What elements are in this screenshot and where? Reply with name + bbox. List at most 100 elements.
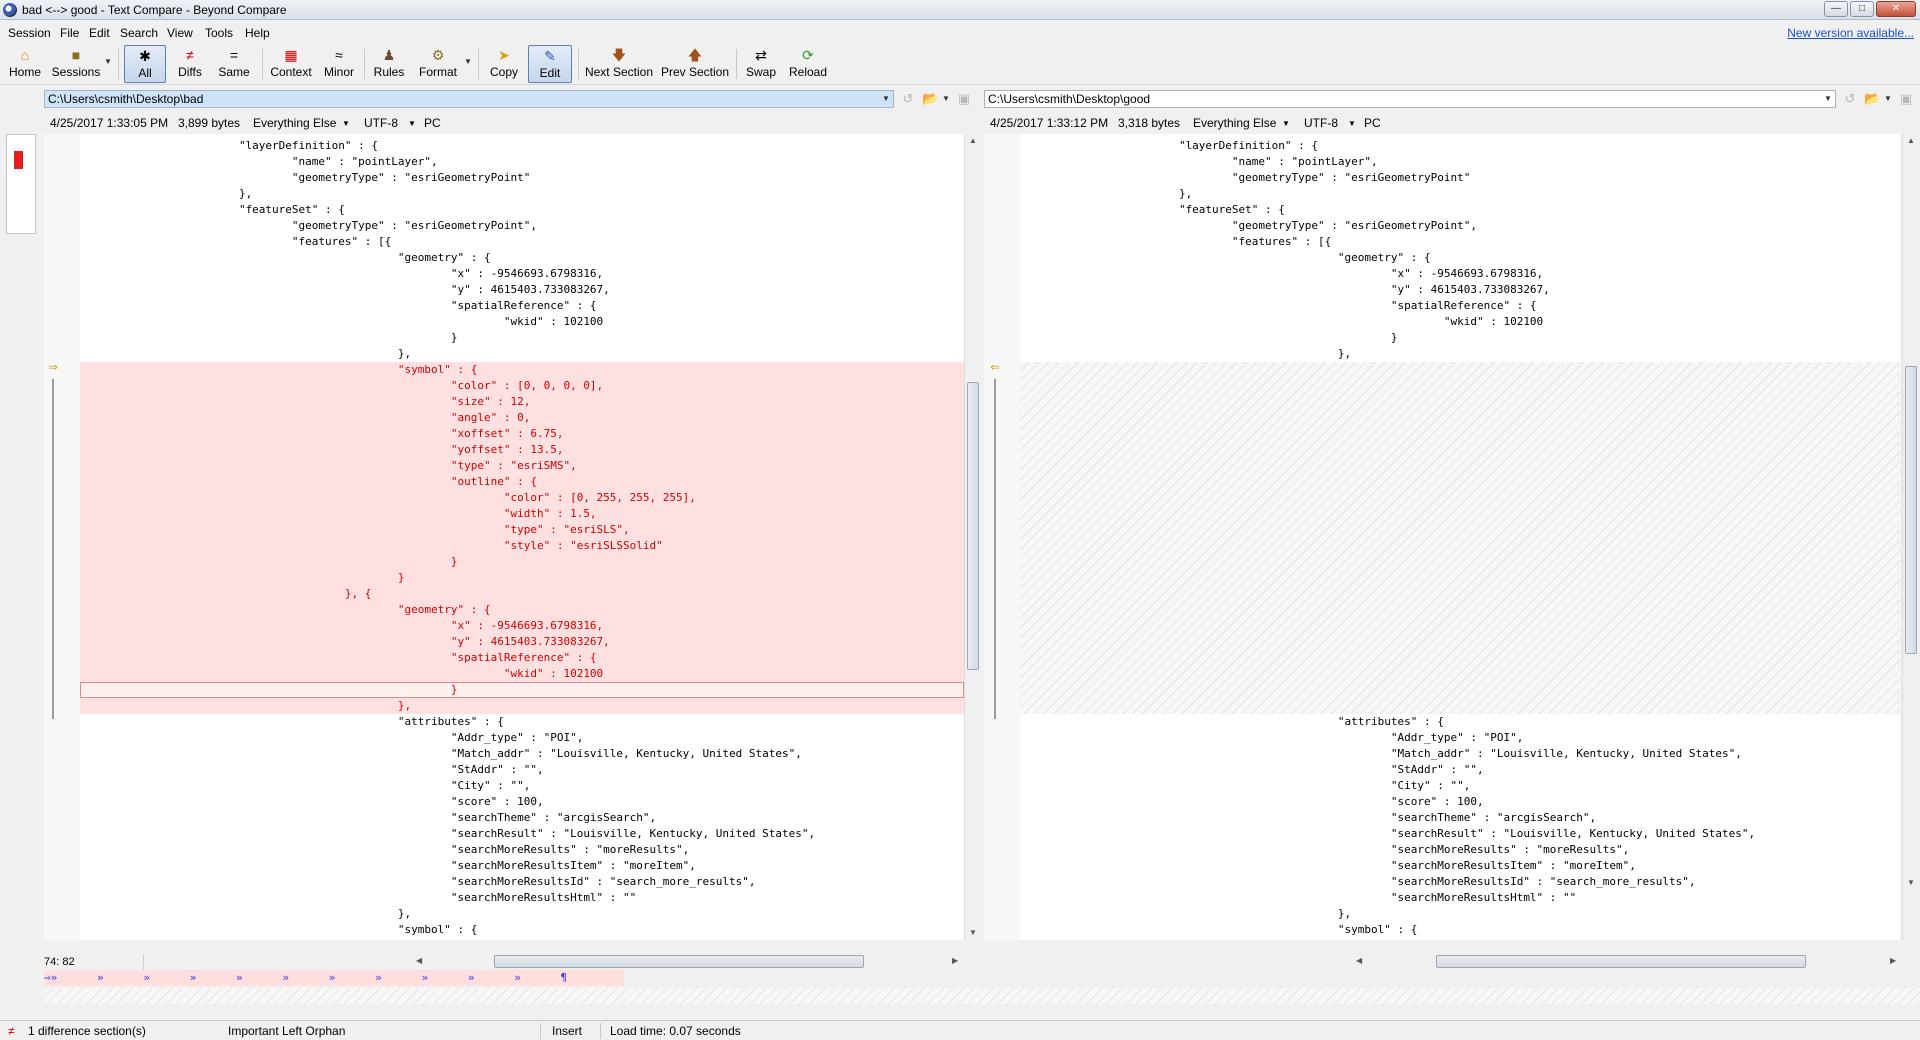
code-line[interactable]: "style" : "esriSLSSolid" [80, 538, 964, 554]
sessions-dropdown-arrow[interactable]: ▼ [104, 57, 112, 66]
code-line[interactable]: "attributes" : { [1020, 714, 1900, 730]
all-filter-button[interactable]: ✱ All [124, 45, 166, 83]
code-line[interactable]: "type" : "esriSMS", [80, 458, 964, 474]
right-open-folder-icon[interactable]: 📂 [1864, 91, 1880, 107]
code-line[interactable]: "layerDefinition" : { [1020, 138, 1900, 154]
left-format-select[interactable]: Everything Else [253, 116, 336, 130]
code-line[interactable]: "geometryType" : "esriGeometryPoint", [80, 218, 964, 234]
code-line[interactable]: "score" : 100, [1020, 794, 1900, 810]
right-scroll-right-arrow-icon[interactable]: ▶ [1890, 956, 1896, 965]
code-line[interactable]: "wkid" : 102100 [80, 314, 964, 330]
code-line[interactable]: "spatialReference" : { [80, 298, 964, 314]
left-diff-arrow-icon[interactable]: ⇒ [48, 360, 58, 374]
line-compare-left[interactable]: ⇒» » » » » » » » » » » ¶ [44, 970, 624, 986]
right-format-dropdown-arrow[interactable]: ▼ [1282, 119, 1290, 128]
code-line[interactable]: } [80, 570, 964, 586]
code-line[interactable]: "y" : 4615403.733083267, [80, 282, 964, 298]
right-scroll-up-arrow-icon[interactable]: ▲ [1907, 136, 1915, 145]
format-button[interactable]: ⚙ Format [414, 45, 462, 83]
code-line[interactable]: } [80, 554, 964, 570]
code-line[interactable]: "score" : 100, [80, 794, 964, 810]
code-line[interactable]: "size" : 12, [80, 394, 964, 410]
right-encoding-select[interactable]: UTF-8 [1304, 116, 1338, 130]
code-line[interactable]: "type" : "esriSLS", [80, 522, 964, 538]
code-line[interactable]: "y" : 4615403.733083267, [80, 634, 964, 650]
left-code[interactable]: "layerDefinition" : { "name" : "pointLay… [80, 138, 964, 940]
left-open-folder-icon[interactable]: 📂 [922, 91, 938, 107]
context-button[interactable]: ▦ Context [268, 45, 314, 83]
code-line[interactable]: } [80, 330, 964, 346]
code-line[interactable]: "searchMoreResultsId" : "search_more_res… [80, 874, 964, 890]
new-version-link[interactable]: New version available... [1787, 26, 1914, 40]
thumbnail-overview[interactable] [6, 134, 36, 234]
format-dropdown-arrow[interactable]: ▼ [464, 57, 472, 66]
code-line[interactable]: "geometry" : { [1020, 250, 1900, 266]
maximize-button[interactable]: □ [1850, 1, 1874, 17]
code-line[interactable]: }, [80, 186, 964, 202]
left-line-endings[interactable]: PC [424, 116, 441, 130]
code-line[interactable]: "symbol" : { [1020, 922, 1900, 938]
code-line[interactable]: "searchMoreResultsItem" : "moreItem", [80, 858, 964, 874]
swap-button[interactable]: ⇄ Swap [742, 45, 780, 83]
code-line[interactable]: "geometryType" : "esriGeometryPoint" [1020, 170, 1900, 186]
code-line[interactable]: "outline" : { [80, 474, 964, 490]
code-line[interactable]: "searchTheme" : "arcgisSearch", [1020, 810, 1900, 826]
code-line[interactable]: "Match_addr" : "Louisville, Kentucky, Un… [1020, 746, 1900, 762]
code-line[interactable]: "searchResult" : "Louisville, Kentucky, … [1020, 826, 1900, 842]
code-line[interactable]: "searchMoreResultsId" : "search_more_res… [1020, 874, 1900, 890]
code-line[interactable]: "spatialReference" : { [80, 650, 964, 666]
menu-help[interactable]: Help [245, 26, 270, 40]
prev-section-button[interactable]: 🡅 Prev Section [660, 45, 730, 83]
sessions-button[interactable]: ■ Sessions [50, 45, 102, 83]
left-scroll-right-arrow-icon[interactable]: ▶ [952, 956, 958, 965]
code-line[interactable]: "name" : "pointLayer", [80, 154, 964, 170]
right-path-dropdown-arrow[interactable]: ▼ [1824, 94, 1832, 103]
right-hscroll-thumb[interactable] [1436, 955, 1806, 968]
right-format-select[interactable]: Everything Else [1193, 116, 1276, 130]
code-line[interactable]: } [80, 682, 964, 698]
code-line[interactable]: "x" : -9546693.6798316, [80, 618, 964, 634]
code-line[interactable]: "geometryType" : "esriGeometryPoint" [80, 170, 964, 186]
code-line[interactable]: "geometry" : { [80, 250, 964, 266]
left-format-dropdown-arrow[interactable]: ▼ [342, 119, 350, 128]
line-compare-right[interactable] [44, 988, 1920, 1004]
right-encoding-dropdown-arrow[interactable]: ▼ [1348, 119, 1356, 128]
code-line[interactable]: "StAddr" : "", [1020, 762, 1900, 778]
code-line[interactable]: "searchMoreResultsHtml" : "" [1020, 890, 1900, 906]
right-text-pane[interactable]: "layerDefinition" : { "name" : "pointLay… [1020, 134, 1900, 940]
code-line[interactable]: "searchMoreResultsItem" : "moreItem", [1020, 858, 1900, 874]
code-line[interactable]: "layerDefinition" : { [80, 138, 964, 154]
code-line[interactable]: "color" : [0, 0, 0, 0], [80, 378, 964, 394]
code-line[interactable]: "yoffset" : 13.5, [80, 442, 964, 458]
code-line[interactable]: "searchMoreResults" : "moreResults", [1020, 842, 1900, 858]
code-line[interactable]: "angle" : 0, [1020, 938, 1900, 940]
code-line[interactable]: "geometry" : { [80, 602, 964, 618]
right-back-icon[interactable]: ↺ [1842, 91, 1858, 107]
code-line[interactable]: "features" : [{ [1020, 234, 1900, 250]
next-section-button[interactable]: 🡇 Next Section [584, 45, 654, 83]
diffs-filter-button[interactable]: ≠ Diffs [172, 45, 208, 83]
code-line[interactable]: "searchMoreResultsHtml" : "" [80, 890, 964, 906]
rules-button[interactable]: ♟ Rules [370, 45, 408, 83]
left-encoding-dropdown-arrow[interactable]: ▼ [408, 119, 416, 128]
code-line[interactable]: "xoffset" : 6.75, [80, 426, 964, 442]
right-vertical-scrollbar[interactable]: ▲ ▼ [1902, 134, 1919, 940]
code-line[interactable]: "attributes" : { [80, 714, 964, 730]
copy-button[interactable]: ➤ Copy [484, 45, 524, 83]
left-path-dropdown-arrow[interactable]: ▼ [882, 94, 890, 103]
right-line-endings[interactable]: PC [1364, 116, 1381, 130]
code-line[interactable]: "features" : [{ [80, 234, 964, 250]
menu-edit[interactable]: Edit [89, 26, 110, 40]
left-encoding-select[interactable]: UTF-8 [364, 116, 398, 130]
same-filter-button[interactable]: = Same [214, 45, 254, 83]
code-line[interactable]: "Addr_type" : "POI", [80, 730, 964, 746]
left-horizontal-scrollbar[interactable]: ◀ ▶ [412, 954, 964, 970]
code-line[interactable]: "featureSet" : { [1020, 202, 1900, 218]
code-line[interactable]: "City" : "", [80, 778, 964, 794]
menu-search[interactable]: Search [120, 26, 158, 40]
left-vscroll-thumb[interactable] [967, 382, 979, 670]
code-line[interactable]: "searchResult" : "Louisville, Kentucky, … [80, 826, 964, 842]
left-path-input[interactable]: C:\Users\csmith\Desktop\bad [44, 90, 894, 108]
right-horizontal-scrollbar[interactable]: ◀ ▶ [1352, 954, 1902, 970]
menu-file[interactable]: File [60, 26, 79, 40]
